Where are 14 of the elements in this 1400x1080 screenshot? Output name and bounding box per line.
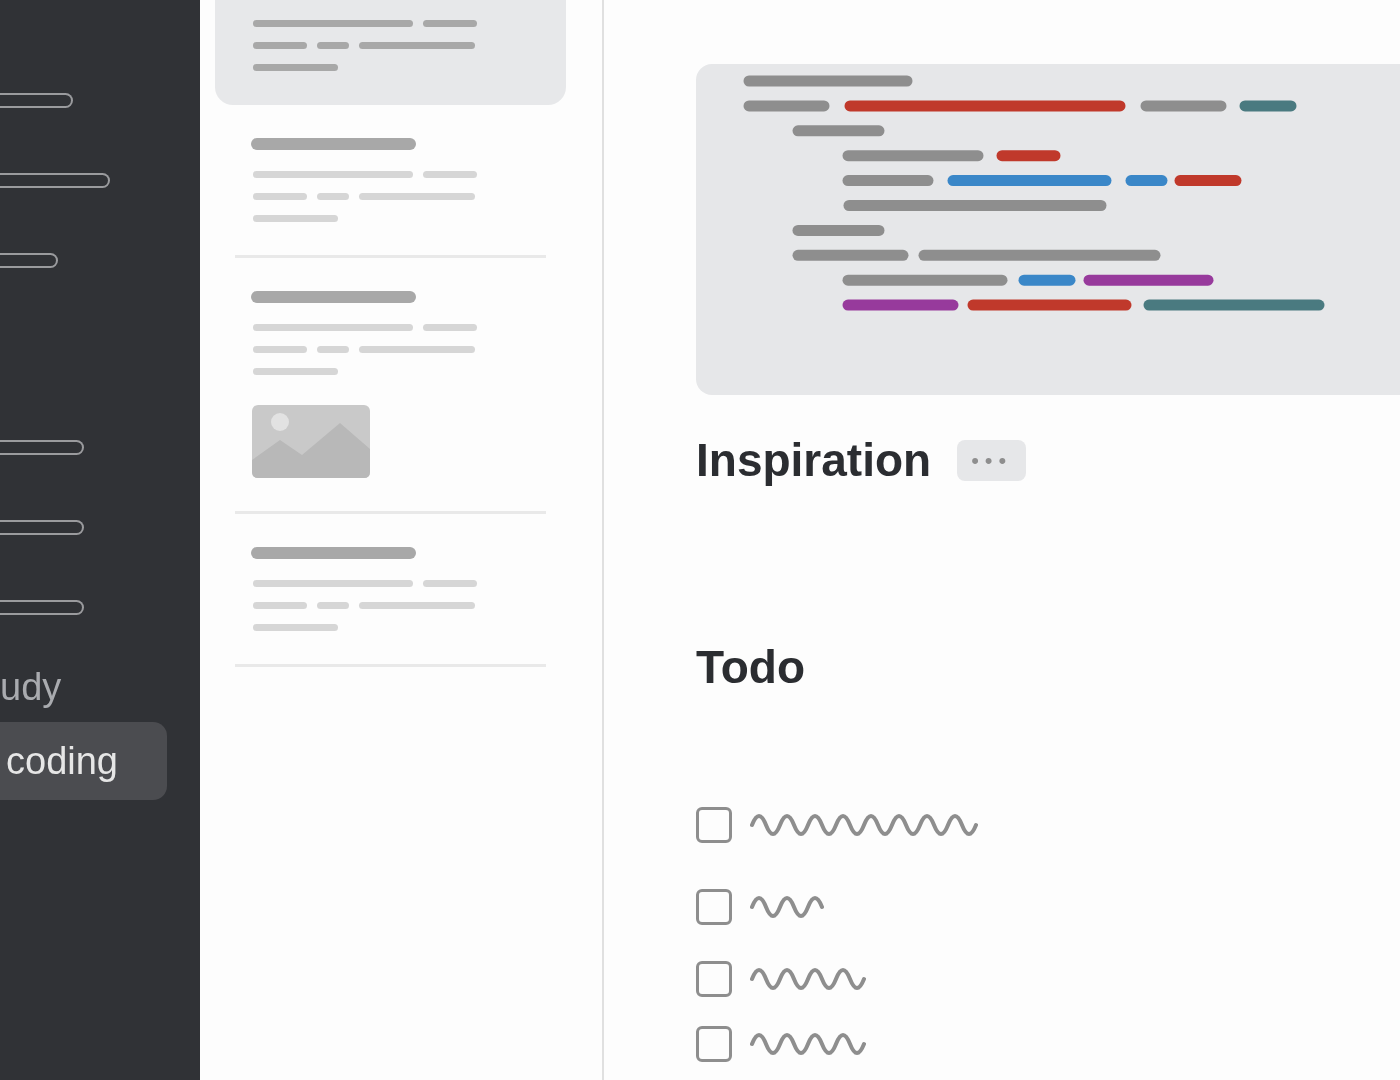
- squiggle-icon: [750, 1031, 866, 1057]
- sidebar-item[interactable]: coding: [0, 722, 167, 800]
- squiggle-icon: [750, 966, 866, 992]
- image-placeholder-icon: [252, 405, 370, 478]
- note-card[interactable]: [215, 0, 566, 105]
- checkbox[interactable]: [696, 1026, 732, 1062]
- section-heading: Todo: [696, 640, 805, 695]
- checkbox[interactable]: [696, 889, 732, 925]
- squiggle-icon: [750, 812, 978, 838]
- sidebar-item[interactable]: udy: [0, 662, 62, 712]
- checkbox[interactable]: [696, 961, 732, 997]
- section-heading: Inspiration: [696, 433, 932, 488]
- checkbox[interactable]: [696, 807, 732, 843]
- placeholder-pill: [0, 253, 58, 268]
